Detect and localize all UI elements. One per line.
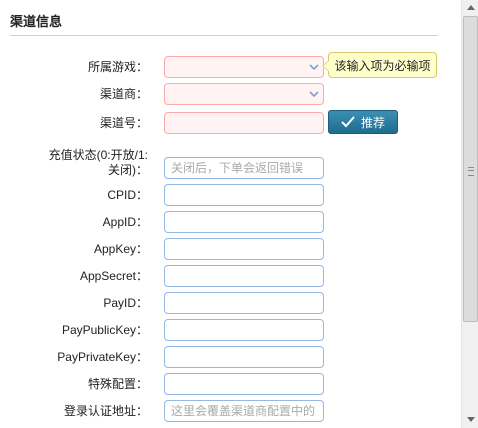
- recommend-button-label: 推荐: [360, 115, 385, 130]
- appkey-row: AppKey：: [0, 238, 460, 260]
- charge-status-input[interactable]: 关闭后，下单会返回错误: [164, 157, 324, 179]
- recommend-button[interactable]: 推荐: [328, 110, 398, 134]
- special-config-row: 特殊配置：: [0, 373, 460, 395]
- appid-label: AppID：: [102, 215, 148, 229]
- scroll-down-button[interactable]: [463, 412, 478, 427]
- login-auth-placeholder: 这里会覆盖渠道商配置中的: [171, 404, 316, 418]
- paypublickey-label: PayPublicKey：: [61, 323, 148, 337]
- cpid-label: CPID：: [107, 188, 148, 202]
- special-config-input[interactable]: [164, 373, 324, 395]
- scroll-thumb[interactable]: [463, 16, 478, 322]
- appkey-label: AppKey：: [93, 242, 148, 256]
- payprivatekey-input[interactable]: [164, 346, 324, 368]
- cpid-row: CPID：: [0, 184, 460, 206]
- grip-icon: [468, 167, 474, 176]
- channel-vendor-row: 渠道商：: [0, 83, 460, 105]
- payid-label: PayID：: [103, 296, 148, 310]
- paypublickey-input[interactable]: [164, 319, 324, 341]
- appsecret-label: AppSecret：: [79, 269, 148, 283]
- payprivatekey-row: PayPrivateKey：: [0, 346, 460, 368]
- appid-row: AppID：: [0, 211, 460, 233]
- charge-status-placeholder: 关闭后，下单会返回错误: [171, 161, 304, 175]
- check-icon: [341, 116, 355, 128]
- appsecret-row: AppSecret：: [0, 265, 460, 287]
- chevron-down-icon[interactable]: [305, 84, 323, 104]
- channel-vendor-label: 渠道商：: [99, 87, 148, 101]
- required-tooltip: 该输入项为必输项: [322, 52, 437, 78]
- game-select[interactable]: [164, 56, 324, 78]
- channel-no-input[interactable]: [164, 112, 324, 134]
- arrow-down-icon: [466, 417, 475, 422]
- section-title: 渠道信息: [10, 14, 63, 29]
- payprivatekey-label: PayPrivateKey：: [57, 350, 148, 364]
- charge-status-label: 充值状态(0:开放/1:关闭)：: [48, 148, 148, 177]
- scroll-up-button[interactable]: [463, 0, 478, 15]
- login-auth-input[interactable]: 这里会覆盖渠道商配置中的: [164, 400, 324, 422]
- title-divider: [10, 35, 438, 36]
- channel-no-label: 渠道号：: [99, 116, 148, 130]
- payid-row: PayID：: [0, 292, 460, 314]
- arrow-up-icon: [466, 5, 475, 10]
- tooltip-pointer: [322, 60, 329, 72]
- cpid-input[interactable]: [164, 184, 324, 206]
- login-auth-label: 登录认证地址：: [63, 404, 148, 418]
- login-auth-row: 登录认证地址： 这里会覆盖渠道商配置中的: [0, 400, 460, 422]
- charge-status-row: 充值状态(0:开放/1:关闭)： 关闭后，下单会返回错误: [0, 148, 460, 179]
- payid-input[interactable]: [164, 292, 324, 314]
- special-config-label: 特殊配置：: [87, 377, 148, 391]
- chevron-down-icon[interactable]: [305, 57, 323, 77]
- channel-vendor-select[interactable]: [164, 83, 324, 105]
- appsecret-input[interactable]: [164, 265, 324, 287]
- paypublickey-row: PayPublicKey：: [0, 319, 460, 341]
- appkey-input[interactable]: [164, 238, 324, 260]
- required-tooltip-text: 该输入项为必输项: [334, 59, 431, 73]
- vertical-scrollbar[interactable]: [461, 0, 478, 428]
- game-label: 所属游戏：: [87, 60, 148, 74]
- appid-input[interactable]: [164, 211, 324, 233]
